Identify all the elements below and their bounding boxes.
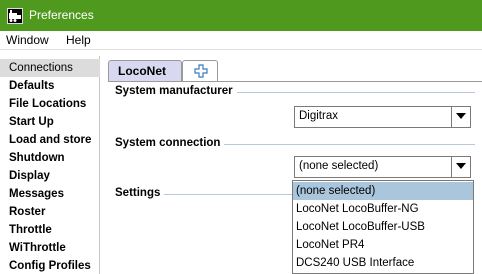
tab-divider <box>108 81 482 82</box>
add-connection-tab[interactable] <box>182 60 218 82</box>
connection-option[interactable]: DCS240 USB Interface <box>293 254 473 272</box>
sidebar-item-throttle[interactable]: Throttle <box>0 221 100 239</box>
preferences-window: Preferences Window Help Connections Defa… <box>0 0 482 274</box>
connection-label: System connection <box>115 137 225 149</box>
chevron-down-icon <box>456 163 466 169</box>
connection-option[interactable]: LocoNet LocoBuffer-NG <box>293 200 473 218</box>
sidebar-item-file-locations[interactable]: File Locations <box>0 95 100 113</box>
plus-icon <box>194 64 208 78</box>
sidebar-item-start-up[interactable]: Start Up <box>0 113 100 131</box>
menu-window[interactable]: Window <box>6 33 49 47</box>
sidebar-item-withrottle[interactable]: WiThrottle <box>0 239 100 257</box>
manufacturer-label: System manufacturer <box>115 85 237 97</box>
window-title: Preferences <box>29 8 94 22</box>
app-train-icon <box>7 8 23 24</box>
connection-options-list: (none selected) LocoNet LocoBuffer-NG Lo… <box>292 180 474 274</box>
tab-loconet[interactable]: LocoNet <box>108 60 182 82</box>
manufacturer-select[interactable]: Digitrax <box>294 106 471 128</box>
sidebar-item-roster[interactable]: Roster <box>0 203 100 221</box>
menu-bar: Window Help <box>0 31 482 50</box>
sidebar-item-config-profiles[interactable]: Config Profiles <box>0 257 100 274</box>
chevron-down-icon <box>456 113 466 119</box>
sidebar-item-shutdown[interactable]: Shutdown <box>0 149 100 167</box>
preferences-sidebar: Connections Defaults File Locations Star… <box>0 56 100 274</box>
connection-value: (none selected) <box>299 160 379 172</box>
connection-select[interactable]: (none selected) <box>294 156 471 178</box>
connection-option[interactable]: LocoNet LocoBuffer-USB <box>293 218 473 236</box>
manufacturer-dropdown-button[interactable] <box>451 107 470 127</box>
menu-help[interactable]: Help <box>66 33 91 47</box>
sidebar-item-display[interactable]: Display <box>0 167 100 185</box>
manufacturer-value: Digitrax <box>299 110 338 122</box>
connection-dropdown-button[interactable] <box>451 157 470 177</box>
connection-option[interactable]: LocoNet PR4 <box>293 236 473 254</box>
sidebar-item-defaults[interactable]: Defaults <box>0 77 100 95</box>
sidebar-item-load-and-store[interactable]: Load and store <box>0 131 100 149</box>
connection-option[interactable]: (none selected) <box>293 182 473 200</box>
sidebar-item-connections[interactable]: Connections <box>0 59 100 77</box>
sidebar-item-messages[interactable]: Messages <box>0 185 100 203</box>
settings-label: Settings <box>115 187 165 199</box>
title-bar: Preferences <box>0 0 482 31</box>
